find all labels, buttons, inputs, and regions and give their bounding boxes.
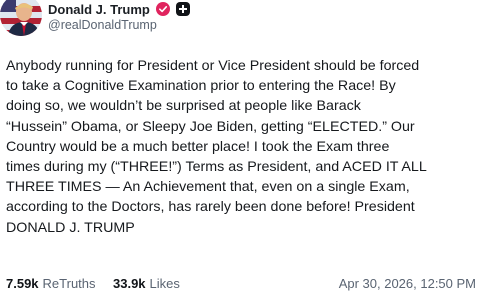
- truth-post: Donald J. Trump @realDonaldTrump Anybody…: [0, 0, 482, 300]
- post-body-line: Anybody running for President or Vice Pr…: [6, 58, 420, 74]
- retruths-count: 7.59k: [6, 276, 39, 291]
- post-body-line: to take a Cognitive Examination prior to…: [6, 78, 396, 95]
- plus-badge-icon: [175, 2, 190, 16]
- post-body: Anybody running for President or Vice Pr…: [6, 56, 476, 238]
- post-header: Donald J. Trump @realDonaldTrump: [0, 0, 482, 44]
- likes-label: Likes: [149, 276, 180, 291]
- post-body-line: according to the Doctors, has rarely bee…: [6, 199, 415, 216]
- retruths-stat[interactable]: 7.59k ReTruths: [6, 276, 96, 291]
- author-display-name[interactable]: Donald J. Trump: [48, 2, 150, 17]
- post-timestamp[interactable]: Apr 30, 2026, 12:50 PM: [339, 276, 476, 291]
- likes-count: 33.9k: [113, 276, 146, 291]
- post-footer: 7.59k ReTruths 33.9k Likes Apr 30, 2026,…: [6, 276, 476, 296]
- post-body-line: Country would be a much better place! I …: [6, 138, 390, 155]
- avatar[interactable]: [0, 0, 42, 36]
- post-body-line: times during my (“THREE!”) Terms as Pres…: [6, 159, 427, 176]
- likes-stat[interactable]: 33.9k Likes: [113, 276, 180, 291]
- post-body-line: doing so, we wouldn’t be surprised at pe…: [6, 98, 361, 115]
- avatar-image: [0, 0, 42, 36]
- author-handle[interactable]: @realDonaldTrump: [48, 18, 157, 32]
- post-body-line: DONALD J. TRUMP: [6, 219, 135, 236]
- post-body-line: THREE TIMES — An Achievement that, even …: [6, 179, 410, 196]
- post-body-line: “Hussein” Obama, or Sleepy Joe Biden, ge…: [6, 118, 415, 135]
- retruths-label: ReTruths: [42, 276, 96, 291]
- author-name-line: Donald J. Trump: [48, 0, 190, 18]
- verified-check-icon: [155, 2, 170, 16]
